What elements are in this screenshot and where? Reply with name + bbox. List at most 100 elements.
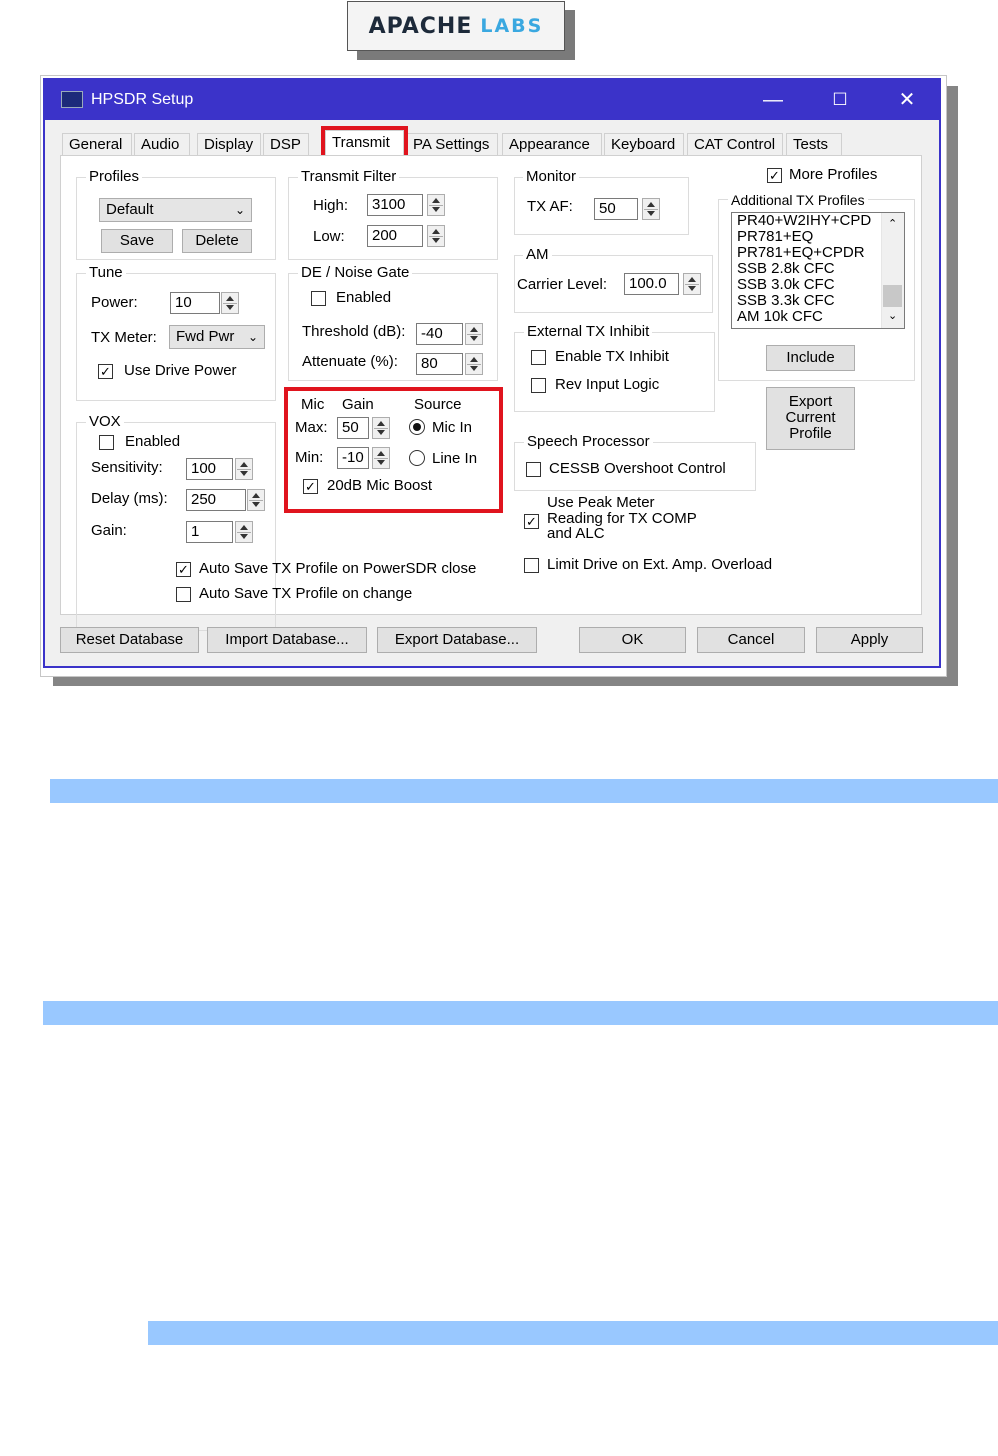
- ok-button[interactable]: OK: [579, 627, 686, 653]
- save-profile-button[interactable]: Save: [101, 229, 173, 253]
- list-item[interactable]: AM 10k CFC: [732, 309, 904, 325]
- mic-min-spinner[interactable]: [372, 447, 390, 469]
- tab-keyboard[interactable]: Keyboard: [604, 133, 684, 155]
- carrier-level-input[interactable]: 100.0: [624, 273, 679, 295]
- tab-display[interactable]: Display: [197, 133, 261, 155]
- filter-low-label: Low:: [313, 228, 345, 245]
- tab-audio[interactable]: Audio: [134, 133, 190, 155]
- apache-labs-logo: APACHE LABS: [347, 1, 565, 51]
- delay-input[interactable]: 250: [186, 489, 246, 511]
- peak-meter-checkbox[interactable]: ✓: [524, 514, 539, 529]
- mic-min-label: Min:: [295, 449, 324, 466]
- tab-dsp[interactable]: DSP: [263, 133, 309, 155]
- attenuate-spinner[interactable]: [465, 353, 483, 375]
- include-button[interactable]: Include: [766, 345, 855, 371]
- scrollbar-thumb[interactable]: [883, 285, 902, 307]
- vox-enabled-checkbox[interactable]: [99, 435, 114, 450]
- transmit-filter-group: [288, 177, 498, 260]
- ext-inhibit-group: [514, 332, 715, 412]
- line-in-radio[interactable]: [409, 450, 425, 466]
- filter-high-spinner[interactable]: [427, 194, 445, 216]
- vox-gain-input[interactable]: 1: [186, 521, 233, 543]
- rev-input-logic-checkbox[interactable]: [531, 378, 546, 393]
- sensitivity-input[interactable]: 100: [186, 458, 233, 480]
- list-item[interactable]: PR40+W2IHY+CPD: [732, 213, 904, 229]
- logo-text-labs: LABS: [480, 15, 544, 37]
- mic-max-input[interactable]: 50: [337, 417, 369, 439]
- use-drive-power-checkbox[interactable]: ✓: [98, 364, 113, 379]
- cancel-button[interactable]: Cancel: [697, 627, 805, 653]
- apply-button[interactable]: Apply: [816, 627, 923, 653]
- minimize-button[interactable]: —: [753, 86, 793, 114]
- noise-gate-enabled-checkbox[interactable]: [311, 291, 326, 306]
- ext-inhibit-title: External TX Inhibit: [524, 324, 653, 340]
- list-scrollbar[interactable]: ⌃ ⌄: [881, 213, 904, 328]
- mic-max-spinner[interactable]: [372, 417, 390, 439]
- enable-tx-inhibit-label: Enable TX Inhibit: [555, 348, 669, 365]
- threshold-spinner[interactable]: [465, 323, 483, 345]
- cessb-checkbox[interactable]: [526, 462, 541, 477]
- delete-profile-button[interactable]: Delete: [182, 229, 252, 253]
- enable-tx-inhibit-checkbox[interactable]: [531, 350, 546, 365]
- chevron-up-icon[interactable]: ⌃: [888, 217, 897, 230]
- highlight-bar: [50, 779, 998, 803]
- filter-low-input[interactable]: 200: [367, 225, 423, 247]
- list-item[interactable]: SSB 3.3k CFC: [732, 293, 904, 309]
- additional-profiles-list[interactable]: PR40+W2IHY+CPD PR781+EQ PR781+EQ+CPDR SS…: [731, 212, 905, 329]
- tab-pa-settings[interactable]: PA Settings: [406, 133, 498, 155]
- auto-save-close-checkbox[interactable]: ✓: [176, 562, 191, 577]
- mic-max-label: Max:: [295, 419, 328, 436]
- filter-low-spinner[interactable]: [427, 225, 445, 247]
- tx-af-input[interactable]: 50: [594, 198, 638, 220]
- limit-drive-checkbox[interactable]: [524, 558, 539, 573]
- tune-power-spinner[interactable]: [221, 292, 239, 314]
- delay-spinner[interactable]: [247, 489, 265, 511]
- export-database-button[interactable]: Export Database...: [377, 627, 537, 653]
- export-profile-button[interactable]: Export Current Profile: [766, 387, 855, 450]
- transmit-filter-title: Transmit Filter: [298, 169, 400, 185]
- tab-appearance[interactable]: Appearance: [502, 133, 602, 155]
- title-bar[interactable]: HPSDR Setup — ☐ ✕: [45, 80, 939, 120]
- tab-tests[interactable]: Tests: [786, 133, 842, 155]
- mic-in-radio[interactable]: [409, 419, 425, 435]
- tx-af-label: TX AF:: [527, 198, 573, 215]
- carrier-level-spinner[interactable]: [683, 273, 701, 295]
- reset-database-button[interactable]: Reset Database: [60, 627, 199, 653]
- tab-cat-control[interactable]: CAT Control: [687, 133, 783, 155]
- auto-save-change-checkbox[interactable]: [176, 587, 191, 602]
- threshold-input[interactable]: -40: [416, 323, 463, 345]
- mic-in-label: Mic In: [432, 419, 473, 436]
- additional-profiles-title: Additional TX Profiles: [728, 192, 868, 208]
- tune-title: Tune: [86, 265, 126, 281]
- close-button[interactable]: ✕: [887, 86, 927, 114]
- highlight-bar: [148, 1321, 998, 1345]
- attenuate-input[interactable]: 80: [416, 353, 463, 375]
- chevron-down-icon[interactable]: ⌄: [888, 309, 897, 322]
- list-item[interactable]: SSB 2.8k CFC: [732, 261, 904, 277]
- vox-gain-label: Gain:: [91, 522, 127, 539]
- profile-select[interactable]: Default ⌄: [99, 198, 252, 222]
- monitor-title: Monitor: [523, 169, 580, 185]
- filter-high-label: High:: [313, 197, 349, 214]
- list-item[interactable]: PR781+EQ+CPDR: [732, 245, 904, 261]
- sensitivity-spinner[interactable]: [235, 458, 253, 480]
- noise-gate-enabled-label: Enabled: [336, 289, 392, 306]
- tab-general[interactable]: General: [62, 133, 132, 155]
- vox-gain-spinner[interactable]: [235, 521, 253, 543]
- list-item[interactable]: SSB 3.0k CFC: [732, 277, 904, 293]
- tune-power-input[interactable]: 10: [170, 292, 220, 314]
- list-item[interactable]: PR781+EQ: [732, 229, 904, 245]
- tx-af-spinner[interactable]: [642, 198, 660, 220]
- maximize-button[interactable]: ☐: [820, 86, 860, 114]
- peak-meter-line1: Use Peak Meter: [547, 494, 655, 511]
- import-database-button[interactable]: Import Database...: [207, 627, 367, 653]
- filter-high-input[interactable]: 3100: [367, 194, 423, 216]
- tx-meter-select[interactable]: Fwd Pwr ⌄: [169, 325, 265, 349]
- tx-meter-label: TX Meter:: [91, 329, 157, 346]
- mic-boost-checkbox[interactable]: ✓: [303, 479, 318, 494]
- vox-title: VOX: [86, 414, 124, 430]
- export-profile-line2: Current: [785, 409, 836, 426]
- more-profiles-checkbox[interactable]: ✓: [767, 168, 782, 183]
- mic-min-input[interactable]: -10: [337, 447, 369, 469]
- attenuate-label: Attenuate (%):: [302, 353, 398, 370]
